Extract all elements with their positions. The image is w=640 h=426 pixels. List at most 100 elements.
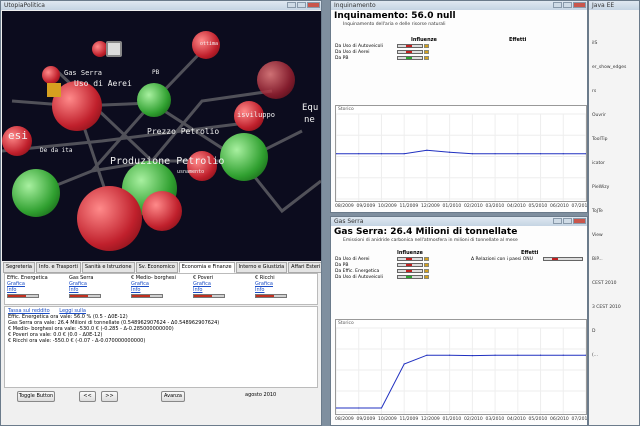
influenza-label: Da Effic. Energetica	[335, 268, 380, 274]
data-point	[358, 407, 360, 409]
data-point	[426, 354, 428, 356]
graph-node[interactable]	[137, 83, 171, 117]
influenza-bar	[397, 269, 423, 273]
influenza-label: Da PB	[335, 262, 349, 268]
ide-tab[interactable]: Java EE	[589, 1, 639, 10]
influenza-row: Da Uso di Autoveicoli	[335, 274, 429, 280]
data-point	[494, 354, 496, 356]
x-tick: 01/2010	[442, 417, 462, 422]
gasserra-heading: Gas Serra: 26.4 Milioni di tonnellate	[334, 227, 518, 237]
x-tick: 04/2010	[507, 417, 526, 422]
x-tick: 07/2010	[571, 204, 588, 209]
gasserra-effetti: Effetti Δ Relazioni con i paesi ONU	[471, 250, 583, 262]
tab-0[interactable]: Segreteria	[3, 262, 35, 273]
ide-line: Ouvrir	[592, 113, 607, 118]
influenza-bar	[397, 44, 423, 48]
indicator-0: Effic. Energetica Grafica Info	[5, 274, 67, 304]
gasserra-title-bar: Gas Serra	[331, 217, 587, 226]
influenza-label: Da Uso di Aerei	[335, 256, 370, 262]
influenza-label: Da Uso di Autoveicoli	[335, 43, 383, 49]
event-log[interactable]: Tassa sul reddito Leggi sulla Effic. Ene…	[4, 306, 318, 388]
ide-line: BiP...	[592, 257, 603, 262]
x-tick: 07/2010	[571, 417, 588, 422]
maximize-button[interactable]	[563, 218, 572, 224]
policy-graph[interactable]: Gas Serra Uso di Aerei Prezzo Petrolio P…	[2, 11, 321, 261]
minimize-button[interactable]	[553, 2, 562, 8]
close-button[interactable]	[573, 218, 586, 224]
info-link[interactable]: Info	[131, 287, 189, 293]
ide-panel: Java EE ilS er_show_edges rs Ouvrir ToolTip i…	[588, 0, 640, 426]
influenza-marker	[424, 50, 429, 54]
minimize-button[interactable]	[553, 218, 562, 224]
window-title: Inquinamento	[334, 2, 376, 9]
gear-icon	[106, 41, 122, 57]
x-tick: 02/2010	[464, 417, 483, 422]
x-tick: 12/2009	[421, 417, 440, 422]
tab-5[interactable]: Interno e Giustizia	[235, 262, 288, 273]
indicator-bar	[255, 294, 287, 298]
effetto-label: Δ Relazioni con i paesi ONU	[471, 256, 533, 262]
graph-node[interactable]	[220, 133, 268, 181]
effetto-row: Δ Relazioni con i paesi ONU	[471, 256, 583, 262]
data-point	[471, 355, 473, 357]
graph-node[interactable]	[12, 169, 60, 217]
info-link[interactable]: Info	[69, 287, 127, 293]
x-tick: 03/2010	[485, 417, 505, 422]
influenze-label: Influenze	[411, 37, 437, 43]
close-button[interactable]	[307, 2, 320, 8]
x-tick: 03/2010	[485, 204, 505, 209]
info-link[interactable]: Info	[255, 287, 313, 293]
avanza-button[interactable]: Avanza	[161, 391, 185, 402]
tab-2[interactable]: Sanità e Istruzione	[81, 262, 135, 273]
data-point	[380, 153, 383, 155]
influenza-bar	[397, 50, 423, 54]
inquinamento-subtitle: Inquinamento dell'aria e delle risorse n…	[343, 22, 446, 27]
prev-button[interactable]: <<	[79, 391, 96, 402]
x-tick: 11/2009	[399, 417, 419, 422]
data-point	[380, 407, 383, 409]
ministry-tabs: Segreteria Info. e Trasporti Sanità e Istr…	[3, 262, 321, 273]
graph-node-selected[interactable]	[47, 83, 61, 97]
influenza-marker	[424, 269, 429, 273]
influenza-bar	[397, 56, 423, 60]
tab-3[interactable]: Sv. Economico	[135, 262, 178, 273]
graph-node[interactable]	[42, 66, 60, 84]
graph-node[interactable]	[142, 191, 182, 231]
minimize-button[interactable]	[287, 2, 296, 8]
maximize-button[interactable]	[563, 2, 572, 8]
gasserra-window: Gas Serra Gas Serra: 26.4 Milioni di ton…	[330, 216, 588, 426]
ide-line: CEST 2010	[592, 281, 617, 286]
tab-6[interactable]: Affari Esteri	[288, 262, 321, 273]
tab-1[interactable]: Info. e Trasporti	[36, 262, 81, 273]
ide-line: rs	[592, 89, 597, 94]
ide-line: D	[592, 329, 596, 334]
window-title: Gas Serra	[334, 218, 364, 225]
influenza-marker	[424, 56, 429, 60]
data-point	[449, 354, 451, 356]
indicator-bar	[193, 294, 225, 298]
main-title-bar: UtopiaPolitica	[1, 1, 321, 10]
next-button[interactable]: >>	[101, 391, 118, 402]
toggle-button[interactable]: Toggle Button	[17, 391, 55, 402]
ide-line: ToolTip	[592, 137, 608, 142]
indicator-bar	[69, 294, 101, 298]
influenza-marker	[424, 257, 429, 261]
data-point	[426, 149, 428, 151]
influenza-bar	[397, 263, 423, 267]
gasserra-subtitle: Emissioni di anidride carbonica nell'atm…	[343, 238, 518, 243]
maximize-button[interactable]	[297, 2, 306, 8]
graph-label-ne: ne	[304, 115, 315, 125]
close-button[interactable]	[573, 2, 586, 8]
indicator-2: € Medio- borghesi Grafica Info	[129, 274, 191, 304]
influenza-bar	[397, 257, 423, 261]
info-link[interactable]: Info	[193, 287, 251, 293]
tab-4[interactable]: Economia e Finanze	[178, 262, 235, 273]
graph-label-ottima: ottima	[200, 41, 219, 47]
data-point	[539, 153, 542, 155]
graph-label-gas-serra: Gas Serra	[64, 69, 102, 77]
graph-node[interactable]	[77, 186, 142, 251]
x-tick: 06/2010	[550, 417, 569, 422]
info-link[interactable]: Info	[7, 287, 65, 293]
graph-node[interactable]	[257, 61, 295, 99]
x-tick: 10/2009	[378, 204, 397, 209]
